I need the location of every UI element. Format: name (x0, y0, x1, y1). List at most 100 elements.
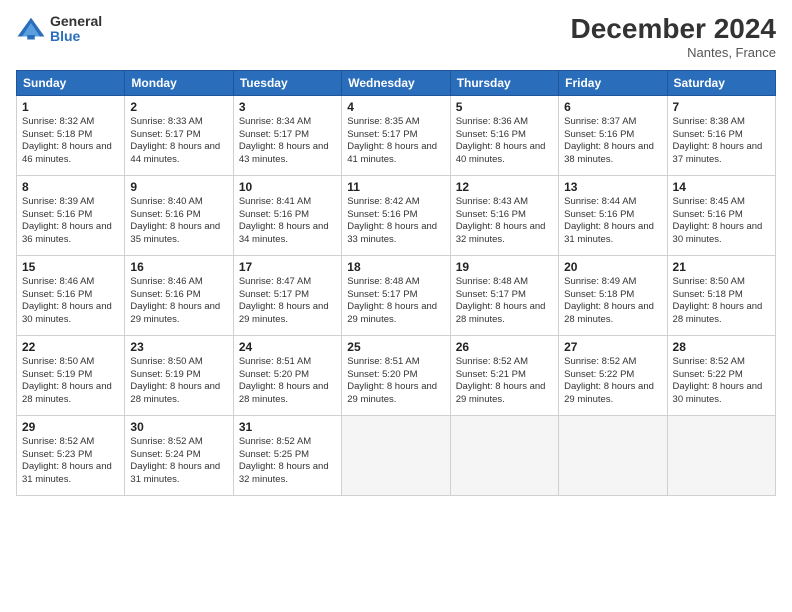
logo-text: General Blue (50, 14, 102, 45)
location-subtitle: Nantes, France (571, 45, 776, 60)
day-info: Sunrise: 8:51 AM Sunset: 5:20 PM Dayligh… (239, 356, 336, 407)
day-number: 25 (347, 340, 444, 354)
daylight: Daylight: 8 hours and 31 minutes. (130, 461, 220, 485)
sunset: Sunset: 5:16 PM (564, 209, 634, 220)
sunset: Sunset: 5:16 PM (673, 209, 743, 220)
calendar-cell: 26 Sunrise: 8:52 AM Sunset: 5:21 PM Dayl… (450, 335, 558, 415)
sunset: Sunset: 5:22 PM (564, 369, 634, 380)
calendar-cell: 1 Sunrise: 8:32 AM Sunset: 5:18 PM Dayli… (17, 95, 125, 175)
day-number: 6 (564, 100, 661, 114)
calendar-cell: 20 Sunrise: 8:49 AM Sunset: 5:18 PM Dayl… (559, 255, 667, 335)
day-info: Sunrise: 8:52 AM Sunset: 5:22 PM Dayligh… (673, 356, 770, 407)
daylight: Daylight: 8 hours and 29 minutes. (456, 381, 546, 405)
sunset: Sunset: 5:20 PM (239, 369, 309, 380)
sunrise: Sunrise: 8:43 AM (456, 196, 528, 207)
sunrise: Sunrise: 8:46 AM (22, 276, 94, 287)
sunset: Sunset: 5:17 PM (239, 289, 309, 300)
daylight: Daylight: 8 hours and 28 minutes. (130, 381, 220, 405)
header: General Blue December 2024 Nantes, Franc… (16, 14, 776, 60)
sunset: Sunset: 5:19 PM (130, 369, 200, 380)
logo-blue-text: Blue (50, 29, 102, 44)
sunrise: Sunrise: 8:51 AM (347, 356, 419, 367)
day-number: 29 (22, 420, 119, 434)
day-number: 5 (456, 100, 553, 114)
sunset: Sunset: 5:16 PM (130, 209, 200, 220)
daylight: Daylight: 8 hours and 29 minutes. (347, 381, 437, 405)
calendar-cell: 21 Sunrise: 8:50 AM Sunset: 5:18 PM Dayl… (667, 255, 775, 335)
logo-icon (16, 14, 46, 44)
day-info: Sunrise: 8:50 AM Sunset: 5:19 PM Dayligh… (130, 356, 227, 407)
day-info: Sunrise: 8:35 AM Sunset: 5:17 PM Dayligh… (347, 116, 444, 167)
calendar-cell: 31 Sunrise: 8:52 AM Sunset: 5:25 PM Dayl… (233, 415, 341, 495)
sunrise: Sunrise: 8:49 AM (564, 276, 636, 287)
header-wednesday: Wednesday (342, 70, 450, 95)
sunrise: Sunrise: 8:52 AM (22, 436, 94, 447)
calendar-cell: 11 Sunrise: 8:42 AM Sunset: 5:16 PM Dayl… (342, 175, 450, 255)
calendar-week-1: 1 Sunrise: 8:32 AM Sunset: 5:18 PM Dayli… (17, 95, 776, 175)
weekday-header-row: Sunday Monday Tuesday Wednesday Thursday… (17, 70, 776, 95)
day-number: 31 (239, 420, 336, 434)
daylight: Daylight: 8 hours and 40 minutes. (456, 141, 546, 165)
day-number: 24 (239, 340, 336, 354)
sunrise: Sunrise: 8:34 AM (239, 116, 311, 127)
daylight: Daylight: 8 hours and 28 minutes. (564, 301, 654, 325)
day-info: Sunrise: 8:32 AM Sunset: 5:18 PM Dayligh… (22, 116, 119, 167)
daylight: Daylight: 8 hours and 46 minutes. (22, 141, 112, 165)
calendar-cell: 7 Sunrise: 8:38 AM Sunset: 5:16 PM Dayli… (667, 95, 775, 175)
sunset: Sunset: 5:17 PM (239, 129, 309, 140)
sunrise: Sunrise: 8:52 AM (239, 436, 311, 447)
calendar-cell (450, 415, 558, 495)
day-number: 10 (239, 180, 336, 194)
daylight: Daylight: 8 hours and 30 minutes. (673, 221, 763, 245)
sunrise: Sunrise: 8:32 AM (22, 116, 94, 127)
daylight: Daylight: 8 hours and 29 minutes. (239, 301, 329, 325)
calendar-table: Sunday Monday Tuesday Wednesday Thursday… (16, 70, 776, 496)
calendar-cell: 24 Sunrise: 8:51 AM Sunset: 5:20 PM Dayl… (233, 335, 341, 415)
day-number: 14 (673, 180, 770, 194)
day-info: Sunrise: 8:50 AM Sunset: 5:19 PM Dayligh… (22, 356, 119, 407)
sunrise: Sunrise: 8:52 AM (564, 356, 636, 367)
day-info: Sunrise: 8:36 AM Sunset: 5:16 PM Dayligh… (456, 116, 553, 167)
calendar-cell (559, 415, 667, 495)
header-tuesday: Tuesday (233, 70, 341, 95)
day-info: Sunrise: 8:52 AM Sunset: 5:23 PM Dayligh… (22, 436, 119, 487)
calendar-cell: 5 Sunrise: 8:36 AM Sunset: 5:16 PM Dayli… (450, 95, 558, 175)
logo-general-text: General (50, 14, 102, 29)
day-number: 9 (130, 180, 227, 194)
calendar-week-2: 8 Sunrise: 8:39 AM Sunset: 5:16 PM Dayli… (17, 175, 776, 255)
day-number: 12 (456, 180, 553, 194)
sunset: Sunset: 5:16 PM (456, 129, 526, 140)
day-info: Sunrise: 8:48 AM Sunset: 5:17 PM Dayligh… (347, 276, 444, 327)
sunset: Sunset: 5:24 PM (130, 449, 200, 460)
sunrise: Sunrise: 8:37 AM (564, 116, 636, 127)
day-number: 2 (130, 100, 227, 114)
day-number: 30 (130, 420, 227, 434)
sunrise: Sunrise: 8:52 AM (456, 356, 528, 367)
day-number: 18 (347, 260, 444, 274)
day-info: Sunrise: 8:33 AM Sunset: 5:17 PM Dayligh… (130, 116, 227, 167)
daylight: Daylight: 8 hours and 43 minutes. (239, 141, 329, 165)
day-info: Sunrise: 8:34 AM Sunset: 5:17 PM Dayligh… (239, 116, 336, 167)
sunrise: Sunrise: 8:52 AM (673, 356, 745, 367)
calendar-cell: 13 Sunrise: 8:44 AM Sunset: 5:16 PM Dayl… (559, 175, 667, 255)
calendar-cell: 19 Sunrise: 8:48 AM Sunset: 5:17 PM Dayl… (450, 255, 558, 335)
daylight: Daylight: 8 hours and 29 minutes. (564, 381, 654, 405)
calendar-cell: 6 Sunrise: 8:37 AM Sunset: 5:16 PM Dayli… (559, 95, 667, 175)
daylight: Daylight: 8 hours and 37 minutes. (673, 141, 763, 165)
sunset: Sunset: 5:16 PM (130, 289, 200, 300)
sunrise: Sunrise: 8:40 AM (130, 196, 202, 207)
sunrise: Sunrise: 8:50 AM (22, 356, 94, 367)
calendar-week-3: 15 Sunrise: 8:46 AM Sunset: 5:16 PM Dayl… (17, 255, 776, 335)
daylight: Daylight: 8 hours and 29 minutes. (130, 301, 220, 325)
day-number: 26 (456, 340, 553, 354)
day-number: 23 (130, 340, 227, 354)
header-saturday: Saturday (667, 70, 775, 95)
sunrise: Sunrise: 8:48 AM (456, 276, 528, 287)
sunrise: Sunrise: 8:48 AM (347, 276, 419, 287)
day-info: Sunrise: 8:48 AM Sunset: 5:17 PM Dayligh… (456, 276, 553, 327)
daylight: Daylight: 8 hours and 34 minutes. (239, 221, 329, 245)
sunrise: Sunrise: 8:36 AM (456, 116, 528, 127)
calendar-cell: 25 Sunrise: 8:51 AM Sunset: 5:20 PM Dayl… (342, 335, 450, 415)
day-info: Sunrise: 8:46 AM Sunset: 5:16 PM Dayligh… (130, 276, 227, 327)
day-info: Sunrise: 8:40 AM Sunset: 5:16 PM Dayligh… (130, 196, 227, 247)
